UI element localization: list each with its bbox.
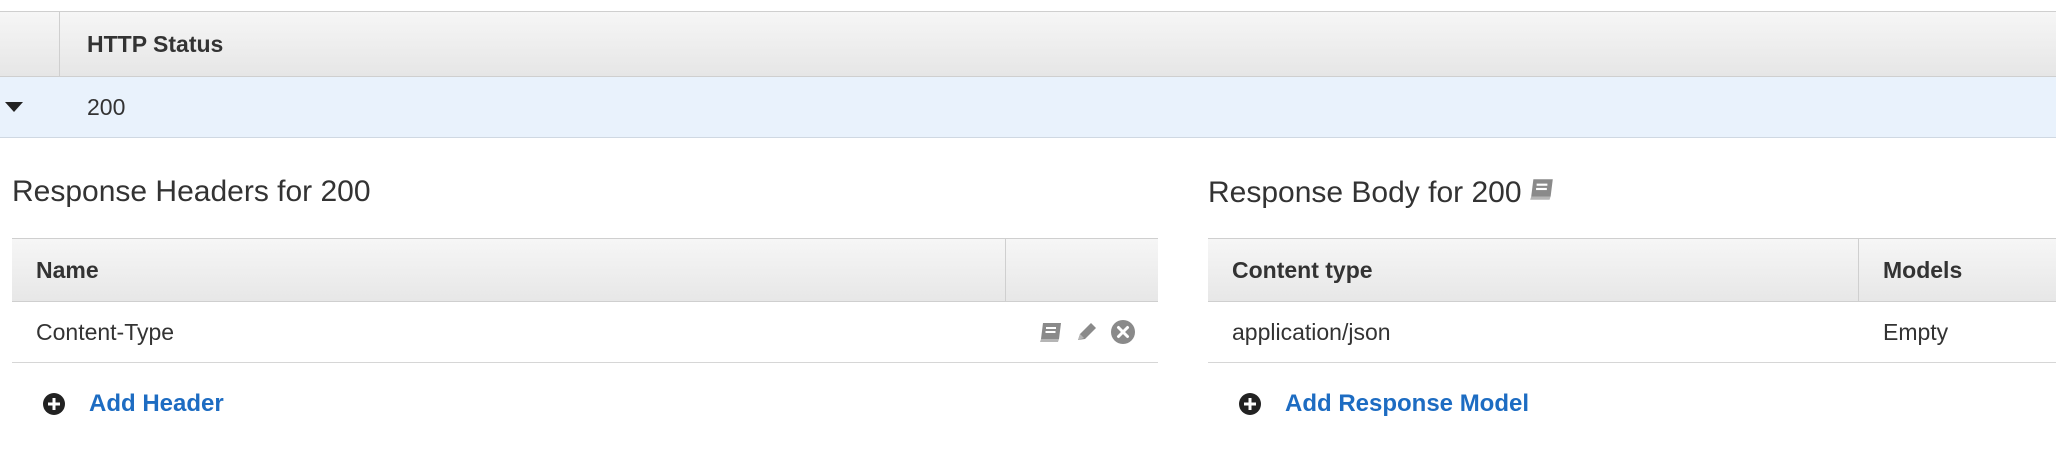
book-icon[interactable] (1528, 175, 1556, 211)
response-body-table-header: Content type Models (1208, 238, 2056, 302)
response-body-title: Response Body for 200 (1208, 175, 1556, 211)
models-column-header: Models (1859, 239, 2056, 301)
pencil-icon[interactable] (1074, 320, 1100, 344)
http-status-column-label: HTTP Status (87, 30, 224, 57)
models-column-label: Models (1883, 256, 1963, 283)
http-status-code: 200 (87, 93, 126, 120)
response-body-table: Content type Models application/json Emp… (1208, 238, 2056, 363)
caret-down-icon[interactable] (5, 102, 23, 112)
response-body-title-text: Response Body for 200 (1208, 176, 1522, 209)
table-row: Content-Type (12, 302, 1158, 363)
book-icon[interactable] (1038, 320, 1064, 344)
header-name: Content-Type (36, 318, 175, 345)
response-headers-table: Name Content-Type (12, 238, 1158, 363)
row-actions (1038, 319, 1136, 345)
add-header-label[interactable]: Add Header (89, 390, 224, 418)
response-headers-title-text: Response Headers for 200 (12, 175, 371, 208)
table-row: application/json Empty (1208, 302, 2056, 363)
plus-circle-icon (1238, 392, 1262, 416)
http-status-header: HTTP Status (0, 11, 2056, 77)
http-status-row-200[interactable]: 200 (0, 77, 2056, 138)
content-type-value: application/json (1232, 318, 1391, 345)
add-response-model-button[interactable]: Add Response Model (1238, 390, 1529, 418)
plus-circle-icon (42, 392, 66, 416)
name-column-header: Name (12, 239, 1006, 301)
response-headers-title: Response Headers for 200 (12, 175, 371, 209)
response-headers-table-header: Name (12, 238, 1158, 302)
http-status-table: HTTP Status 200 (0, 11, 2056, 138)
expand-column-header (0, 12, 60, 76)
add-response-model-label[interactable]: Add Response Model (1285, 390, 1529, 418)
name-column-label: Name (36, 256, 99, 283)
actions-column-header (1006, 239, 1158, 301)
content-type-column-label: Content type (1232, 256, 1373, 283)
add-header-button[interactable]: Add Header (42, 390, 224, 418)
model-value: Empty (1883, 318, 1949, 345)
content-type-column-header: Content type (1208, 239, 1859, 301)
remove-circle-icon[interactable] (1110, 319, 1136, 345)
